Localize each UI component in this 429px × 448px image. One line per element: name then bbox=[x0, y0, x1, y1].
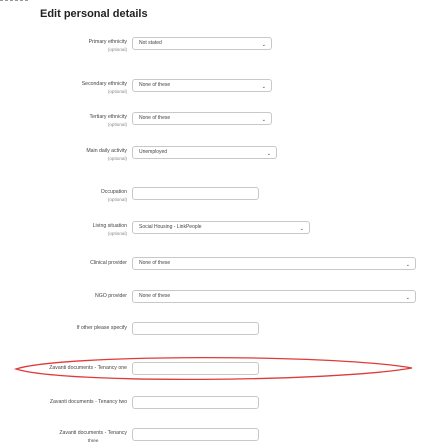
secondary-ethnicity-select[interactable]: None of these ⌄ bbox=[132, 79, 272, 92]
label-text: If other please specify bbox=[76, 325, 127, 331]
primary-ethnicity-select[interactable]: Not stated ⌄ bbox=[132, 37, 272, 50]
optional-text: (optional) bbox=[107, 47, 127, 52]
chevron-down-icon: ⌄ bbox=[261, 84, 266, 90]
label-text: Zavanti documents - Tenancy one bbox=[49, 365, 127, 371]
tenancy-one-input[interactable] bbox=[132, 362, 259, 375]
chevron-down-icon: ⌄ bbox=[405, 262, 410, 268]
field-label: Clinical provider bbox=[90, 260, 127, 267]
chevron-down-icon: ⌄ bbox=[261, 117, 266, 123]
living-situation-select[interactable]: Social Housing - LinkPeople ⌄ bbox=[132, 221, 310, 234]
label-text: Secondary ethnicity bbox=[81, 81, 127, 87]
label-text: NGO provider bbox=[95, 293, 127, 299]
top-divider bbox=[0, 0, 28, 2]
occupation-input[interactable] bbox=[132, 187, 259, 200]
selected-value: Not stated bbox=[139, 40, 162, 46]
field-label: Living situation (optional) bbox=[93, 223, 127, 237]
selected-value: Unemployed bbox=[139, 149, 168, 155]
field-label: Secondary ethnicity (optional) bbox=[82, 81, 127, 95]
label-text: Zavanti documents - Tenancy two bbox=[49, 399, 127, 405]
field-label: Main daily activity (optional) bbox=[86, 148, 127, 162]
main-daily-activity-select[interactable]: Unemployed ⌄ bbox=[132, 146, 277, 159]
field-label: Zavanti documents - Tenancy two bbox=[50, 399, 127, 406]
optional-text: (optional) bbox=[107, 197, 127, 202]
selected-value: None of these bbox=[139, 293, 171, 299]
optional-text: (optional) bbox=[107, 156, 127, 161]
label-text: Tertiary ethnicity bbox=[89, 114, 127, 120]
selected-value: None of these bbox=[139, 115, 171, 121]
field-label: Tertiary ethnicity (optional) bbox=[90, 114, 127, 128]
selected-value: None of these bbox=[139, 260, 171, 266]
chevron-down-icon: ⌄ bbox=[299, 226, 304, 232]
label-text: Clinical provider bbox=[90, 260, 127, 266]
optional-text: (optional) bbox=[107, 122, 127, 127]
page-title: Edit personal details bbox=[40, 8, 148, 20]
field-label: Zavanti documents - Tenancy one bbox=[49, 365, 127, 372]
tenancy-three-input[interactable] bbox=[132, 428, 259, 441]
optional-text: (optional) bbox=[107, 89, 127, 94]
field-label: Occupation (optional) bbox=[101, 189, 127, 203]
other-specify-input[interactable] bbox=[132, 322, 259, 335]
label-text: Zavanti documents - Tenancy bbox=[59, 430, 127, 436]
selected-value: Social Housing - LinkPeople bbox=[139, 224, 202, 230]
chevron-down-icon: ⌄ bbox=[405, 295, 410, 301]
chevron-down-icon: ⌄ bbox=[266, 151, 271, 157]
optional-text: (optional) bbox=[107, 231, 127, 236]
field-label: NGO provider bbox=[95, 293, 127, 300]
label-text: Main daily activity bbox=[86, 148, 127, 154]
label-text-continued: three bbox=[87, 438, 99, 443]
label-text: Living situation bbox=[92, 223, 127, 229]
field-label: Zavanti documents - Tenancy three bbox=[59, 430, 127, 444]
field-label: If other please specify bbox=[77, 325, 127, 332]
field-label: Primary ethnicity (optional) bbox=[89, 39, 127, 53]
tertiary-ethnicity-select[interactable]: None of these ⌄ bbox=[132, 112, 272, 125]
chevron-down-icon: ⌄ bbox=[261, 42, 266, 48]
selected-value: None of these bbox=[139, 82, 171, 88]
clinical-provider-select[interactable]: None of these ⌄ bbox=[132, 257, 416, 270]
ngo-provider-select[interactable]: None of these ⌄ bbox=[132, 290, 416, 303]
tenancy-two-input[interactable] bbox=[132, 396, 259, 409]
label-text: Occupation bbox=[100, 189, 127, 195]
label-text: Primary ethnicity bbox=[88, 39, 127, 45]
